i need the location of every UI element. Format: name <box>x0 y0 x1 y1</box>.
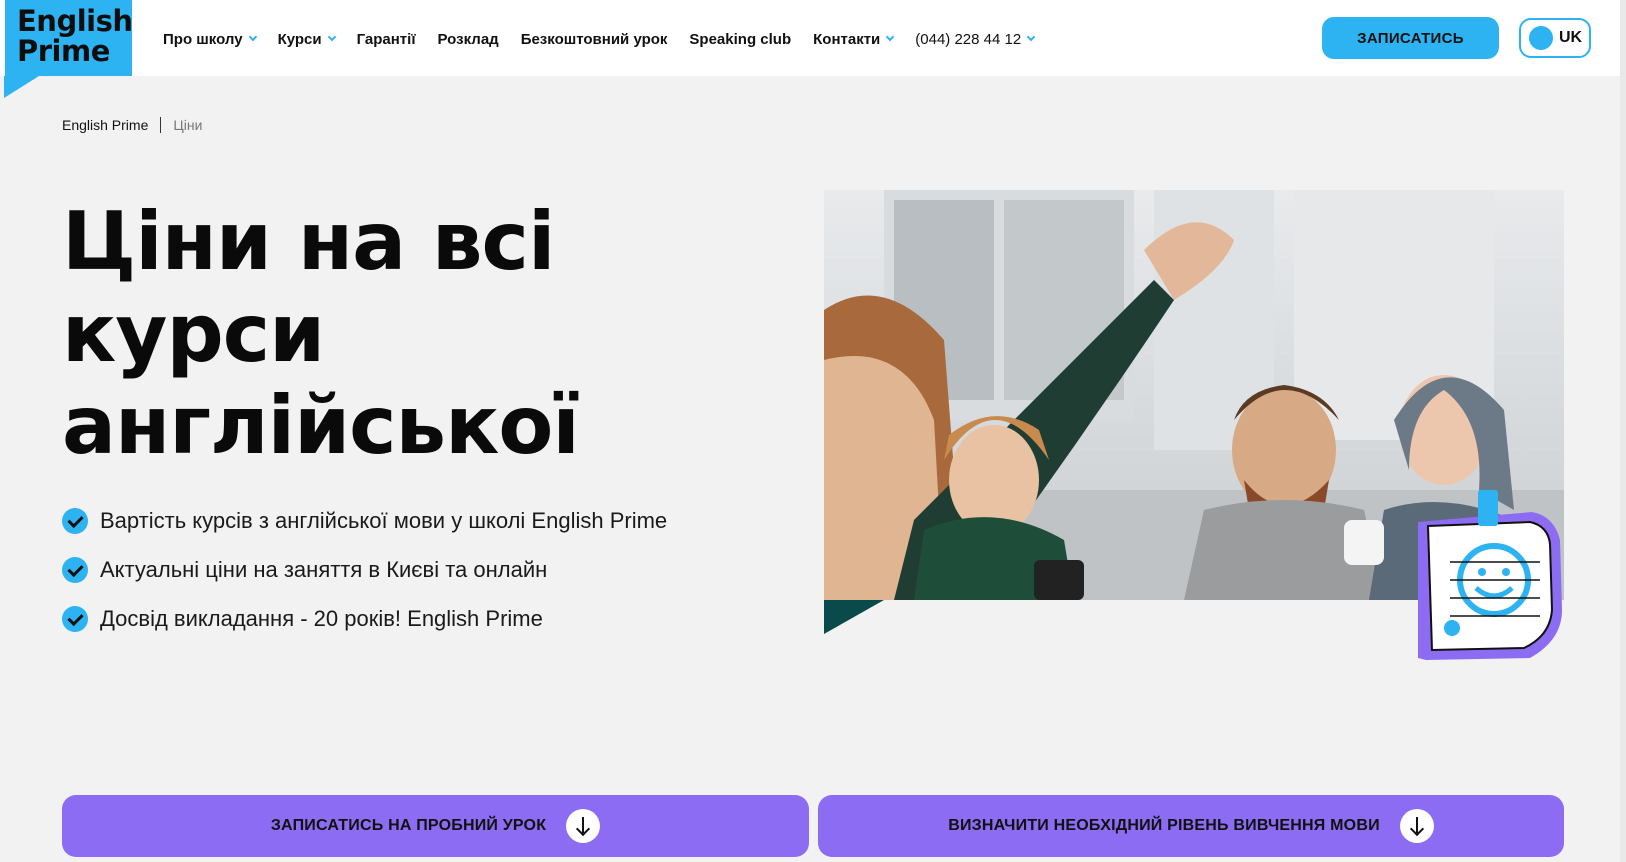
breadcrumb: English Prime Ціни <box>62 117 202 133</box>
main-nav: Про школу Курси Гарантії Розклад Безкошт… <box>163 28 1056 50</box>
nav-item-guarantees[interactable]: Гарантії <box>357 31 416 48</box>
check-circle-icon <box>62 557 88 583</box>
scrollbar[interactable] <box>1620 0 1626 862</box>
nav-item-label: Курси <box>277 30 322 48</box>
check-circle-icon <box>62 508 88 534</box>
list-item: Актуальні ціни на заняття в Києві та онл… <box>62 557 667 583</box>
arrow-down-icon <box>1399 809 1434 843</box>
benefit-text: Актуальні ціни на заняття в Києві та онл… <box>100 557 548 582</box>
logo-ribbon-tail <box>4 76 39 98</box>
list-item: Вартість курсів з англійської мови у шко… <box>62 508 667 534</box>
page-title-line: курси <box>62 287 325 380</box>
language-switcher[interactable]: UK <box>1519 18 1591 58</box>
chevron-down-icon <box>327 32 336 42</box>
nav-item-label: Speaking club <box>689 30 792 48</box>
page-title: Ціни на всі курси англійської <box>62 196 702 472</box>
trial-lesson-button[interactable]: ЗАПИСАТИСЬ НА ПРОБНИЙ УРОК <box>62 795 809 857</box>
check-circle-icon <box>62 606 88 632</box>
english-prime-logo[interactable]: English Prime <box>5 0 133 76</box>
nav-item-label: Про школу <box>163 30 243 48</box>
globe-icon <box>1529 26 1553 50</box>
nav-item-label: Розклад <box>437 30 499 48</box>
breadcrumb-home-link[interactable]: English Prime <box>62 117 148 133</box>
nav-item-label: Контакти <box>813 30 881 48</box>
signup-button[interactable]: ЗАПИСАТИСЬ <box>1322 17 1499 59</box>
breadcrumb-current: Ціни <box>173 117 203 133</box>
logo-line-2: Prime <box>17 34 110 68</box>
benefit-text: Досвід викладання - 20 років! English Pr… <box>100 606 543 631</box>
phone-dropdown[interactable]: (044) 228 44 12 <box>915 30 1036 48</box>
level-test-label: ВИЗНАЧИТИ НЕОБХІДНИЙ РІВЕНЬ ВИВЧЕННЯ МОВ… <box>948 817 1380 834</box>
nav-item-courses[interactable]: Курси <box>277 30 336 48</box>
nav-item-speaking-club[interactable]: Speaking club <box>689 31 791 48</box>
trial-lesson-label: ЗАПИСАТИСЬ НА ПРОБНИЙ УРОК <box>270 817 547 834</box>
chevron-down-icon <box>886 32 895 42</box>
nav-item-label: Гарантії <box>356 30 416 48</box>
chevron-down-icon <box>1026 32 1036 42</box>
page-title-line: Ціни на всі <box>62 195 555 288</box>
chevron-down-icon <box>248 32 257 42</box>
logo-line-1: English <box>17 4 133 38</box>
breadcrumb-separator <box>160 117 162 133</box>
list-item: Досвід викладання - 20 років! English Pr… <box>62 606 667 632</box>
level-test-button[interactable]: ВИЗНАЧИТИ НЕОБХІДНИЙ РІВЕНЬ ВИВЧЕННЯ МОВ… <box>818 795 1564 857</box>
site-header: English Prime Про школу Курси Гарантії Р… <box>0 0 1626 76</box>
arrow-down-icon <box>566 809 601 843</box>
photo-ribbon-tail <box>824 600 884 634</box>
phone-number: (044) 228 44 12 <box>915 30 1022 48</box>
benefits-list: Вартість курсів з англійської мови у шко… <box>62 508 667 655</box>
nav-item-contacts[interactable]: Контакти <box>813 30 895 48</box>
page-title-line: англійської <box>62 379 580 472</box>
language-code: UK <box>1559 29 1583 46</box>
smiley-note-sticker-icon <box>1418 490 1562 660</box>
nav-item-free-lesson[interactable]: Безкоштовний урок <box>521 31 668 48</box>
nav-item-about[interactable]: Про школу <box>163 30 257 48</box>
nav-item-schedule[interactable]: Розклад <box>438 31 499 48</box>
nav-item-label: Безкоштовний урок <box>520 30 668 48</box>
benefit-text: Вартість курсів з англійської мови у шко… <box>100 508 668 533</box>
